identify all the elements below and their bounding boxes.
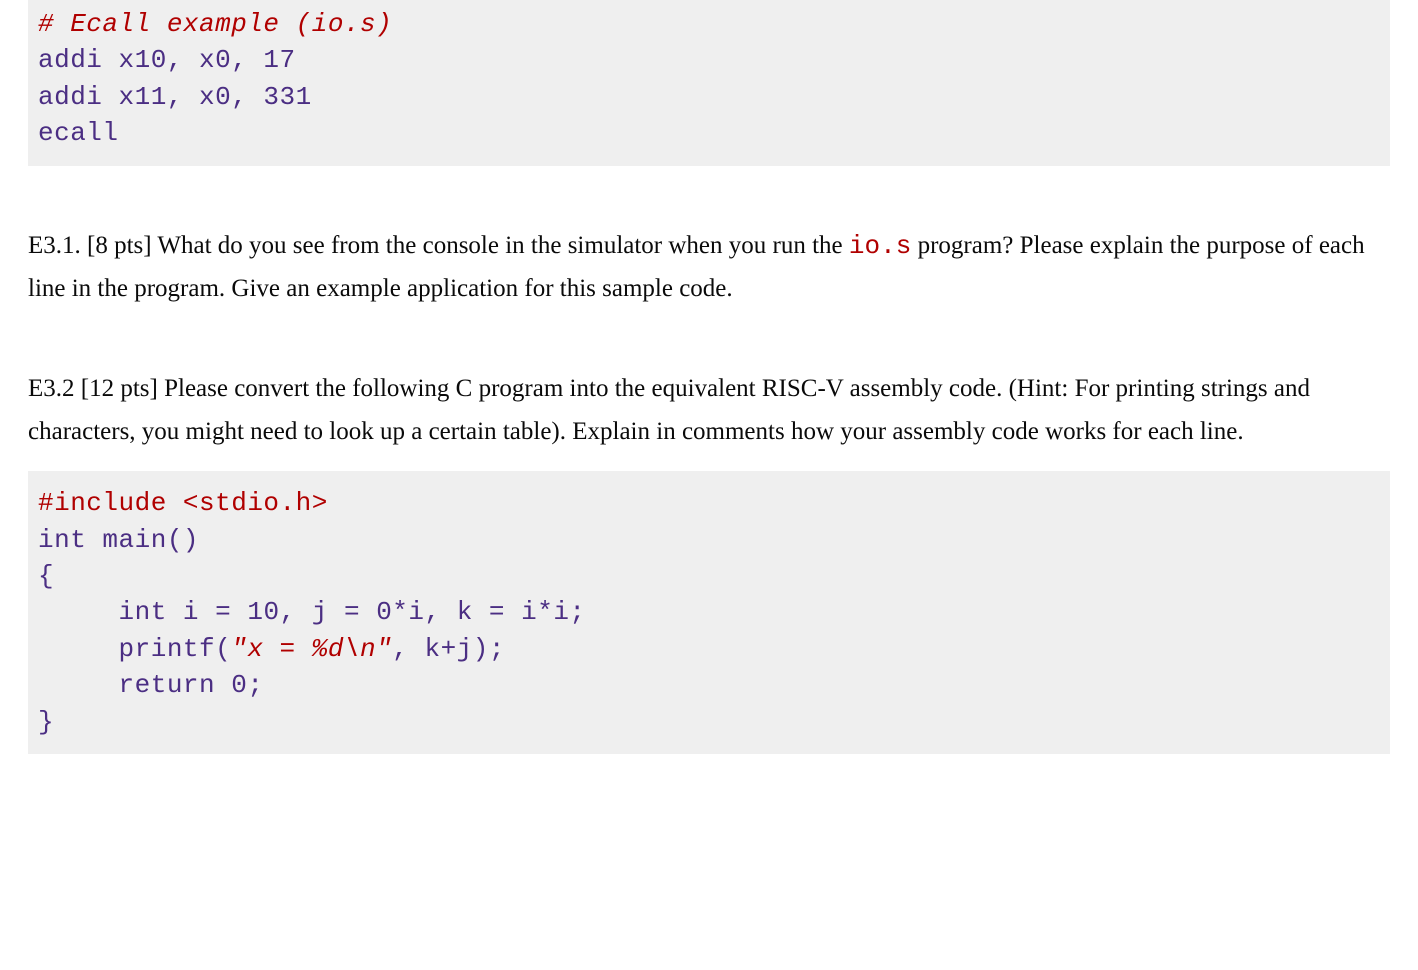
code-text: printf(: [38, 634, 231, 664]
spacer: [28, 310, 1390, 368]
code-keyword: return: [38, 670, 215, 700]
spacer: [28, 166, 1390, 224]
code-number: 10: [247, 597, 279, 627]
code-preprocessor: #include <stdio.h>: [38, 488, 328, 518]
code-number: 0: [215, 670, 247, 700]
code-text: i =: [167, 597, 248, 627]
question-text: E3.1. [8 pts] What do you see from the c…: [28, 232, 849, 259]
question-e3-1: E3.1. [8 pts] What do you see from the c…: [28, 224, 1390, 311]
code-number: 0: [376, 597, 392, 627]
question-text: E3.2 [12 pts] Please convert the followi…: [28, 375, 1310, 445]
inline-code-filename: io.s: [849, 231, 911, 261]
code-line: addi x10, x0, 17: [38, 45, 296, 75]
code-text: , j =: [280, 597, 377, 627]
code-brace: {: [38, 561, 54, 591]
code-keyword: int: [38, 597, 167, 627]
code-string: "x = %d\n": [231, 634, 392, 664]
code-keyword: int: [38, 525, 86, 555]
code-block-io-s: # Ecall example (io.s) addi x10, x0, 17 …: [28, 0, 1390, 166]
code-text: *i, k = i*i;: [392, 597, 585, 627]
code-text: ;: [247, 670, 263, 700]
code-block-c-program: #include <stdio.h> int main() { int i = …: [28, 471, 1390, 754]
code-brace: }: [38, 707, 54, 737]
code-text: , k+j);: [392, 634, 505, 664]
code-line: addi x11, x0, 331: [38, 82, 312, 112]
question-e3-2: E3.2 [12 pts] Please convert the followi…: [28, 368, 1390, 453]
code-text: main(): [86, 525, 199, 555]
code-line: ecall: [38, 118, 119, 148]
code-comment: # Ecall example (io.s): [38, 9, 392, 39]
document-page: # Ecall example (io.s) addi x10, x0, 17 …: [0, 0, 1418, 970]
